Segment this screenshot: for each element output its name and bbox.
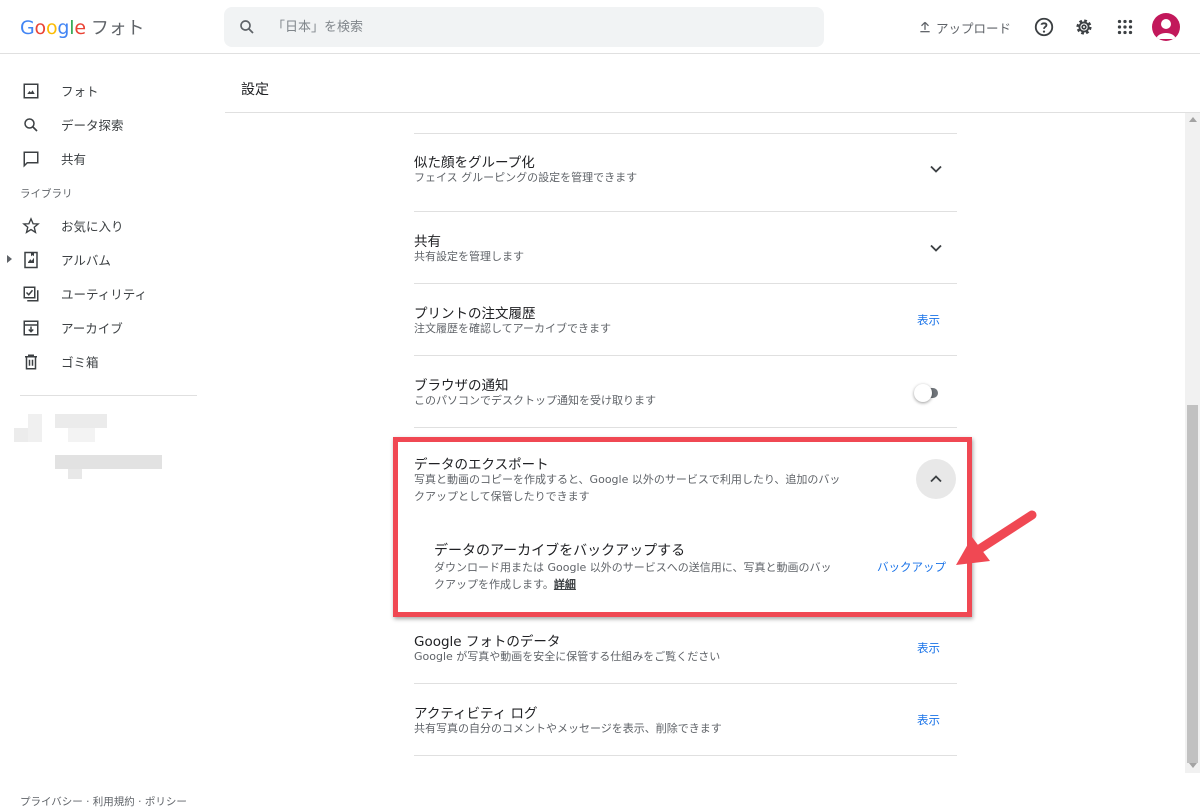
logo-letter: e: [74, 17, 86, 39]
search-icon: [24, 118, 38, 132]
notifications-toggle[interactable]: [914, 384, 942, 402]
help-icon[interactable]: [1033, 16, 1055, 38]
gear-icon[interactable]: [1073, 16, 1095, 38]
subtitle-line: クアップを作成します。: [434, 578, 554, 591]
sidebar-item-label: ゴミ箱: [61, 354, 99, 370]
setting-title: Google フォトのデータ: [414, 634, 561, 650]
page-header: 設定: [225, 55, 1200, 113]
sidebar-item-label: 共有: [61, 151, 87, 167]
collapse-button[interactable]: [916, 459, 956, 499]
search-icon[interactable]: [238, 18, 256, 36]
search-input[interactable]: [272, 7, 812, 47]
library-section-label: ライブラリ: [20, 188, 73, 200]
subtitle-line: クアップとして保管したりできます: [414, 490, 590, 503]
setting-title: 似た顔をグループ化: [414, 155, 535, 171]
setting-subtitle: 写真と動画のコピーを作成すると、Google 以外のサービスで利用したり、追加の…: [414, 471, 894, 505]
learn-more-link[interactable]: 詳細: [554, 578, 576, 591]
setting-subtitle: フェイス グルーピングの設定を管理できます: [414, 171, 638, 184]
logo-letter: o: [45, 17, 58, 39]
star-icon: [22, 217, 40, 234]
toggle-knob: [914, 384, 932, 402]
setting-title: アクティビティ ログ: [414, 706, 538, 722]
settings-list: 似た顔をグループ化 フェイス グルーピングの設定を管理できます 共有 共有設定を…: [225, 113, 1185, 773]
apps-grid-icon[interactable]: [1114, 16, 1136, 38]
sidebar-item-sharing[interactable]: 共有: [0, 143, 225, 173]
sidebar-item-explore[interactable]: データ探索: [0, 109, 225, 139]
scroll-down-arrow-icon[interactable]: [1189, 763, 1197, 768]
sidebar-item-label: アーカイブ: [61, 320, 123, 336]
product-name: フォト: [90, 18, 145, 39]
chat-bubble-icon: [23, 151, 39, 168]
sidebar-item-archive[interactable]: アーカイブ: [0, 312, 225, 342]
setting-title: ブラウザの通知: [414, 378, 509, 394]
expand-caret-icon[interactable]: [7, 255, 12, 263]
view-activity-log-link[interactable]: 表示: [917, 712, 940, 728]
avatar[interactable]: [1152, 13, 1180, 41]
sidebar: フォト データ探索 共有 ライブラリ お気に入り アルバム ユーティリティ アー…: [0, 55, 225, 808]
setting-title: データのエクスポート: [414, 457, 549, 473]
logo-letter: G: [20, 17, 35, 39]
scrollbar-thumb[interactable]: [1187, 405, 1198, 763]
setting-subtitle: 共有設定を管理します: [414, 250, 524, 263]
sidebar-item-label: データ探索: [61, 117, 124, 133]
view-photos-data-link[interactable]: 表示: [917, 640, 940, 656]
google-photos-logo[interactable]: Google フォト: [20, 14, 144, 40]
sidebar-item-utilities[interactable]: ユーティリティ: [0, 278, 225, 308]
setting-subtitle: このパソコンでデスクトップ通知を受け取ります: [414, 394, 656, 407]
view-print-history-link[interactable]: 表示: [917, 312, 940, 328]
footer-links[interactable]: プライバシー · 利用規約 · ポリシー: [20, 794, 187, 809]
subtitle-line: ダウンロード用または Google 以外のサービスへの送信用に、写真と動画のバッ: [434, 561, 832, 574]
upload-button[interactable]: アップロード: [918, 16, 1011, 38]
photo-icon: [23, 83, 39, 99]
sidebar-item-label: ユーティリティ: [61, 286, 148, 302]
trash-icon: [25, 354, 37, 370]
chevron-down-icon[interactable]: [926, 159, 946, 179]
row-divider: [414, 355, 957, 356]
sidebar-item-label: お気に入り: [61, 218, 124, 234]
logo-letter: o: [34, 17, 47, 39]
row-divider: [414, 283, 957, 284]
backup-button[interactable]: バックアップ: [877, 559, 946, 575]
subsetting-title: データのアーカイブをバックアップする: [434, 543, 686, 559]
archive-icon: [23, 320, 39, 336]
album-icon: [24, 251, 38, 269]
checklist-icon: [23, 286, 39, 302]
upload-label: アップロード: [936, 20, 1012, 36]
top-bar: Googleフォト アップロード: [0, 0, 1200, 54]
sidebar-item-albums[interactable]: アルバム: [0, 244, 225, 274]
row-divider: [414, 133, 957, 134]
scroll-up-arrow-icon[interactable]: [1189, 117, 1197, 122]
row-divider: [414, 755, 957, 756]
setting-subtitle: 共有写真の自分のコメントやメッセージを表示、削除できます: [414, 722, 722, 735]
person-icon: [1156, 19, 1176, 39]
setting-title: 共有: [414, 234, 441, 250]
subtitle-line: 写真と動画のコピーを作成すると、Google 以外のサービスで利用したり、追加の…: [414, 473, 841, 486]
upload-icon: [920, 21, 930, 33]
setting-subtitle: 注文履歴を確認してアーカイブできます: [414, 322, 612, 335]
logo-letter: g: [57, 17, 70, 39]
row-divider: [414, 427, 957, 428]
chevron-down-icon[interactable]: [926, 238, 946, 258]
row-divider: [414, 683, 957, 684]
page-title: 設定: [241, 82, 269, 98]
setting-title: プリントの注文履歴: [414, 306, 536, 322]
chevron-up-icon: [930, 475, 942, 483]
sidebar-item-label: フォト: [61, 83, 99, 99]
row-divider: [414, 211, 957, 212]
sidebar-item-favorites[interactable]: お気に入り: [0, 210, 225, 240]
sidebar-divider: [20, 395, 197, 396]
sidebar-item-trash[interactable]: ゴミ箱: [0, 346, 225, 376]
sidebar-item-label: アルバム: [61, 252, 111, 268]
sidebar-item-photos[interactable]: フォト: [0, 75, 225, 105]
subsetting-subtitle: ダウンロード用または Google 以外のサービスへの送信用に、写真と動画のバッ…: [434, 559, 874, 593]
setting-subtitle: Google が写真や動画を安全に保管する仕組みをご覧ください: [414, 650, 721, 663]
search-box[interactable]: [224, 7, 824, 47]
row-divider: [414, 612, 957, 613]
